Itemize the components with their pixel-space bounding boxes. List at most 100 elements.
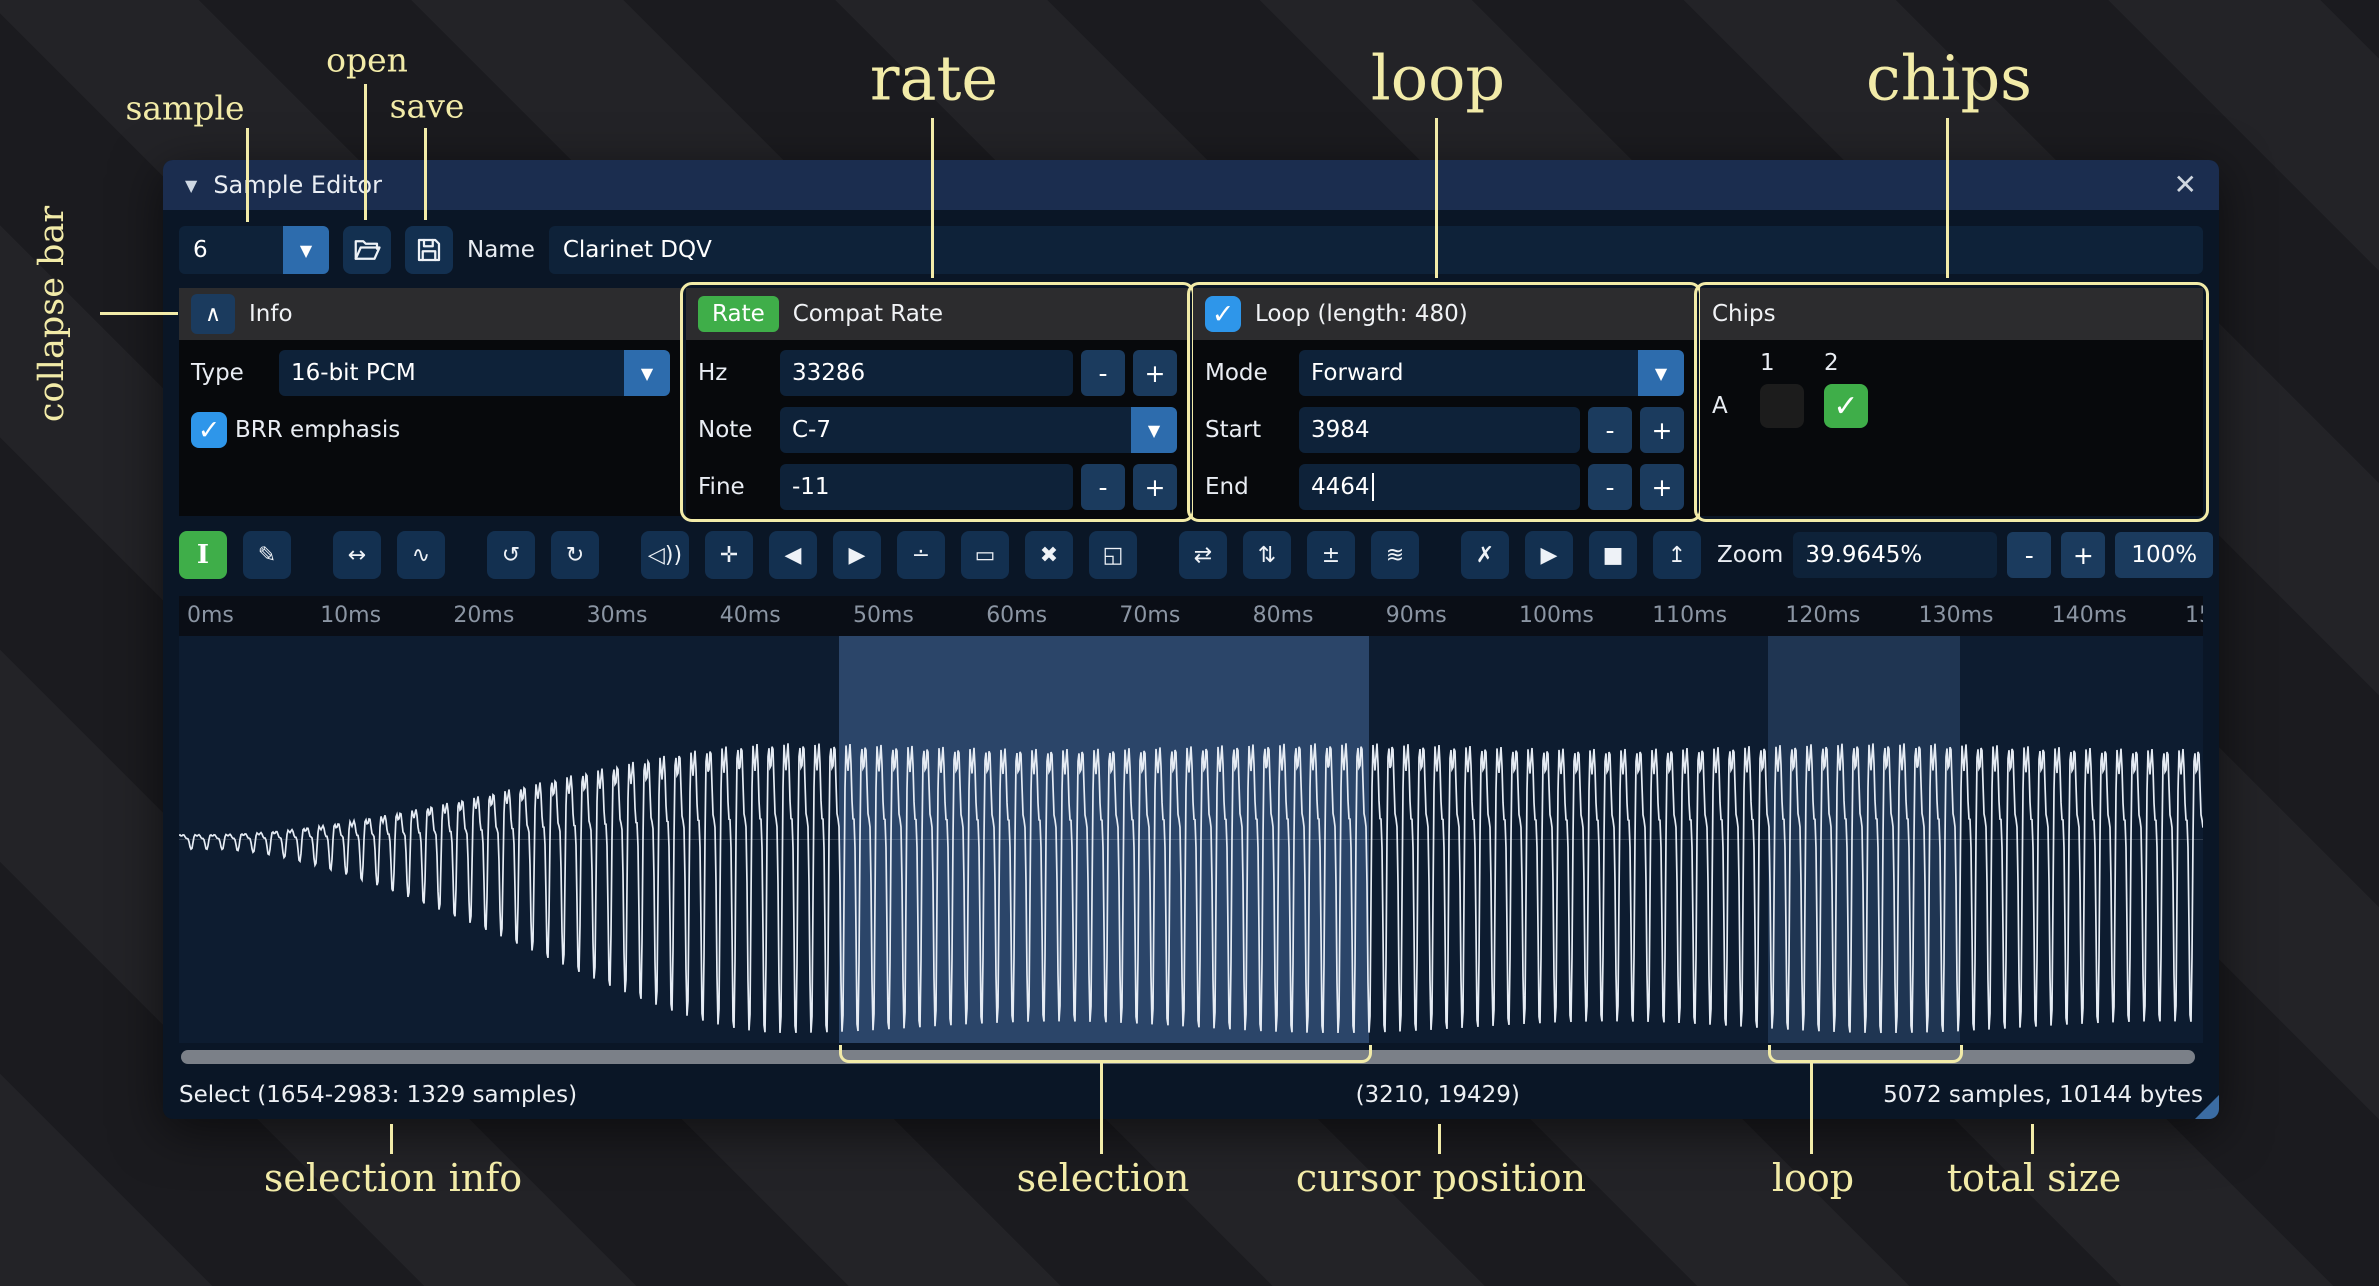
zoom-in-button[interactable]: +	[2061, 532, 2105, 578]
redo-button[interactable]: ↻	[551, 531, 599, 579]
loop-end-value: 4464	[1311, 474, 1370, 500]
loop-start-minus-button[interactable]: -	[1588, 407, 1632, 453]
zoom-reset-button[interactable]: 100%	[2115, 532, 2213, 578]
note-label: Note	[698, 417, 772, 443]
loop-end-input[interactable]: 4464	[1299, 464, 1580, 510]
waveform-svg	[179, 636, 2203, 1043]
reverse-button[interactable]: ⇄	[1179, 531, 1227, 579]
preview-button[interactable]: ▶	[1525, 531, 1573, 579]
sample-number-dropdown[interactable]: 6 ▼	[179, 226, 329, 274]
mode-value: Forward	[1299, 350, 1638, 396]
draw-mode-button[interactable]: ✎	[243, 531, 291, 579]
timeline-label: 10ms	[320, 603, 381, 628]
chevron-up-icon: ∧	[205, 302, 221, 327]
loop-checkbox[interactable]: ✓	[1205, 296, 1241, 332]
fade-out-button[interactable]: ▶	[833, 531, 881, 579]
window-titlebar[interactable]: ▼ Sample Editor ✕	[163, 160, 2219, 210]
info-panel: ∧ Info Type 16-bit PCM ▼ ✓	[179, 288, 682, 516]
timeline-label: 30ms	[587, 603, 648, 628]
status-bar: Select (1654-2983: 1329 samples) (3210, …	[163, 1071, 2219, 1119]
timeline-label: 20ms	[453, 603, 514, 628]
chevron-down-icon[interactable]: ▼	[283, 226, 329, 274]
type-dropdown[interactable]: 16-bit PCM ▼	[279, 350, 670, 396]
waveform-view[interactable]	[179, 636, 2203, 1043]
select-mode-button[interactable]: I	[179, 531, 227, 579]
screenshot-root: ▼ Sample Editor ✕ 6 ▼ Name	[0, 0, 2379, 1286]
annotation-total-size-line	[2031, 1124, 2034, 1154]
annotation-loop-bracket	[1768, 1045, 1963, 1063]
chips-col-1-header: 1	[1760, 350, 1824, 376]
annotation-chips-line	[1946, 118, 1949, 278]
resize-button[interactable]: ↔	[333, 531, 381, 579]
annotation-rate: rate	[870, 42, 998, 115]
amplify-button[interactable]: ◁))	[641, 531, 689, 579]
note-dropdown[interactable]: C-7 ▼	[780, 407, 1177, 453]
note-value: C-7	[780, 407, 1131, 453]
normalize-button[interactable]: ✛	[705, 531, 753, 579]
annotation-selection: selection	[1017, 1156, 1190, 1200]
window-resize-grip[interactable]	[2195, 1095, 2219, 1119]
annotation-loop-line	[1435, 118, 1438, 278]
brr-emphasis-label: BRR emphasis	[235, 417, 400, 443]
export-wavetable-button[interactable]: ↥	[1653, 531, 1701, 579]
timeline-label: 60ms	[986, 603, 1047, 628]
info-panel-title: Info	[249, 301, 293, 327]
chevron-down-icon[interactable]: ▼	[1638, 350, 1684, 396]
loop-start-plus-button[interactable]: +	[1640, 407, 1684, 453]
insert-silence-button[interactable]: ∸	[897, 531, 945, 579]
close-icon[interactable]: ✕	[2174, 171, 2197, 199]
chips-row-a-label: A	[1712, 393, 1760, 419]
annotation-open: open	[326, 41, 408, 80]
mode-dropdown[interactable]: Forward ▼	[1299, 350, 1684, 396]
rate-panel: Rate Compat Rate Hz - + Note C-7 ▼	[686, 288, 1189, 516]
save-button[interactable]	[405, 226, 453, 274]
loop-end-minus-button[interactable]: -	[1588, 464, 1632, 510]
resample-button[interactable]: ∿	[397, 531, 445, 579]
window-collapse-icon[interactable]: ▼	[185, 176, 197, 195]
timeline-label: 80ms	[1253, 603, 1314, 628]
sign-invert-button[interactable]: ±	[1307, 531, 1355, 579]
timeline-ruler[interactable]: 0ms10ms20ms30ms40ms50ms60ms70ms80ms90ms1…	[179, 596, 2203, 636]
apply-silence-button[interactable]: ▭	[961, 531, 1009, 579]
annotation-sample-line	[246, 128, 249, 222]
filter-button[interactable]: ≋	[1371, 531, 1419, 579]
trim-button[interactable]: ◱	[1089, 531, 1137, 579]
fine-label: Fine	[698, 474, 772, 500]
undo-button[interactable]: ↺	[487, 531, 535, 579]
open-button[interactable]	[343, 226, 391, 274]
waveform-polyline	[179, 743, 2203, 1033]
stop-button[interactable]: ■	[1589, 531, 1637, 579]
hz-minus-button[interactable]: -	[1081, 350, 1125, 396]
hz-input[interactable]	[780, 350, 1073, 396]
annotation-chips: chips	[1866, 42, 2032, 115]
loop-end-plus-button[interactable]: +	[1640, 464, 1684, 510]
fade-in-button[interactable]: ◀	[769, 531, 817, 579]
fine-input[interactable]	[780, 464, 1073, 510]
crossfade-loop-button[interactable]: ✗	[1461, 531, 1509, 579]
fine-minus-button[interactable]: -	[1081, 464, 1125, 510]
timeline-label: 50ms	[853, 603, 914, 628]
annotation-selection-info: selection info	[264, 1156, 522, 1200]
chevron-down-icon[interactable]: ▼	[624, 350, 670, 396]
rate-button[interactable]: Rate	[698, 296, 779, 332]
type-value: 16-bit PCM	[279, 350, 624, 396]
mode-label: Mode	[1205, 360, 1291, 386]
sample-editor-window: ▼ Sample Editor ✕ 6 ▼ Name	[163, 160, 2219, 1119]
annotation-rate-line	[931, 118, 934, 278]
zoom-out-button[interactable]: -	[2007, 532, 2051, 578]
loop-panel-title: Loop (length: 480)	[1255, 301, 1468, 327]
chip-a1-checkbox[interactable]	[1760, 384, 1804, 428]
collapse-bar-button[interactable]: ∧	[191, 294, 235, 334]
delete-button[interactable]: ✖	[1025, 531, 1073, 579]
window-title: Sample Editor	[213, 171, 382, 199]
rate-panel-header: Rate Compat Rate	[686, 288, 1189, 340]
name-input[interactable]	[549, 226, 2203, 274]
chevron-down-icon[interactable]: ▼	[1131, 407, 1177, 453]
invert-button[interactable]: ⇅	[1243, 531, 1291, 579]
hz-plus-button[interactable]: +	[1133, 350, 1177, 396]
fine-plus-button[interactable]: +	[1133, 464, 1177, 510]
chip-a2-checkbox[interactable]: ✓	[1824, 384, 1868, 428]
zoom-input[interactable]	[1793, 532, 1997, 578]
brr-emphasis-checkbox[interactable]: ✓	[191, 412, 227, 448]
loop-start-input[interactable]	[1299, 407, 1580, 453]
